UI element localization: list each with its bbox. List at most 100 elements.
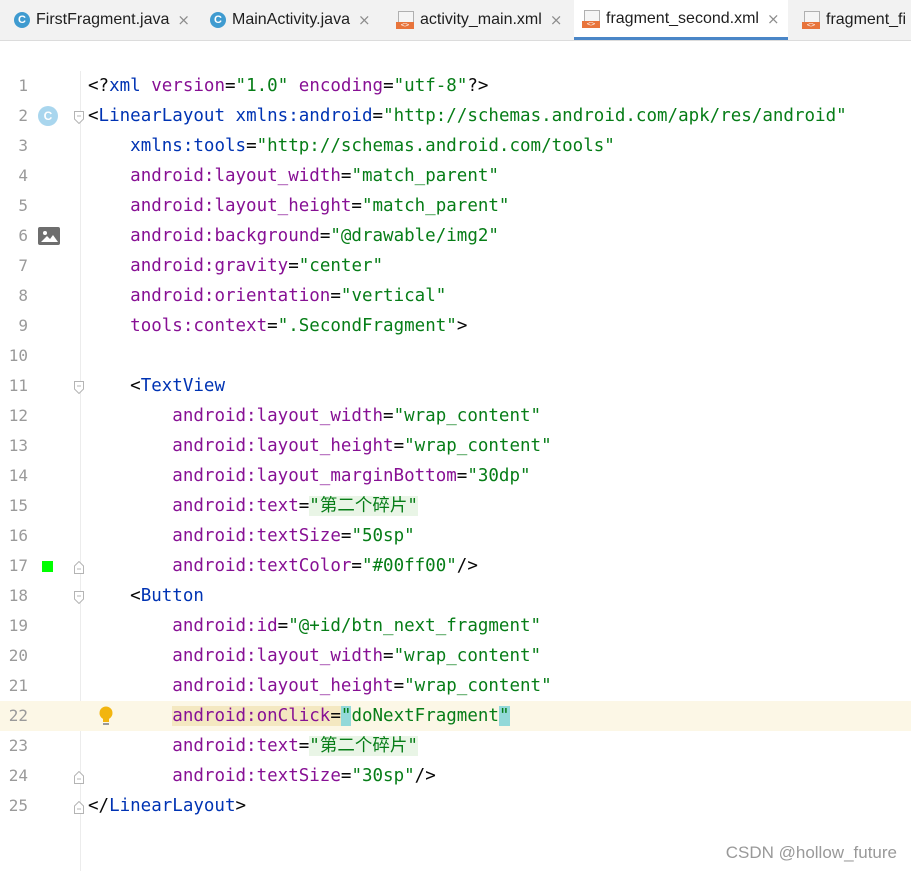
fold-open-icon[interactable] (74, 379, 84, 395)
code-text: android:textSize="50sp" (172, 526, 415, 546)
code-text: <?xml version="1.0" encoding="utf-8"?> (88, 76, 489, 96)
fold-open-icon[interactable] (74, 109, 84, 125)
line-number: 16 (8, 526, 28, 545)
code-text: android:orientation="vertical" (130, 286, 447, 306)
color-swatch-icon[interactable] (42, 561, 53, 572)
watermark: CSDN @hollow_future (725, 843, 897, 862)
image-icon[interactable] (38, 227, 60, 245)
code-line[interactable]: 13 android:layout_height="wrap_content" (0, 431, 911, 461)
line-number: 24 (8, 766, 28, 785)
tab-label: FirstFragment.java (36, 11, 170, 28)
line-number: 18 (8, 586, 28, 605)
code-text: <LinearLayout xmlns:android="http://sche… (88, 106, 847, 126)
code-text: <TextView (88, 376, 225, 396)
line-number: 12 (8, 406, 28, 425)
code-line[interactable]: 10 (0, 341, 911, 371)
line-number: 22 (8, 706, 28, 725)
java-class-icon: C (210, 12, 226, 28)
code-editor[interactable]: 1 <?xml version="1.0" encoding="utf-8"?> 2… (0, 71, 911, 821)
fold-open-icon[interactable] (74, 589, 84, 605)
code-text: android:text="第二个碎片" (172, 496, 418, 516)
line-number: 4 (18, 166, 28, 185)
code-line[interactable]: 9 tools:context=".SecondFragment"> (0, 311, 911, 341)
code-line[interactable]: 8 android:orientation="vertical" (0, 281, 911, 311)
tab-label: activity_main.xml (420, 11, 542, 28)
code-line[interactable]: 24 android:textSize="30sp"/> (0, 761, 911, 791)
code-line[interactable]: 20 android:layout_width="wrap_content" (0, 641, 911, 671)
tab-activity-main-xml[interactable]: <> activity_main.xml × (396, 0, 562, 40)
code-text: android:layout_height="wrap_content" (172, 436, 552, 456)
code-text: android:gravity="center" (130, 256, 384, 276)
class-marker-icon[interactable]: C (38, 106, 58, 126)
code-line[interactable]: 1 <?xml version="1.0" encoding="utf-8"?> (0, 71, 911, 101)
xml-file-icon: <> (802, 11, 820, 29)
tab-mainactivity-java[interactable]: C MainActivity.java × (210, 0, 371, 40)
code-line[interactable]: 2 C <LinearLayout xmlns:android="http://sc… (0, 101, 911, 131)
code-line[interactable]: 7 android:gravity="center" (0, 251, 911, 281)
close-icon[interactable]: × (550, 11, 563, 29)
code-line[interactable]: 6 android:background="@drawable/img2" (0, 221, 911, 251)
tab-label: fragment_fi (826, 11, 907, 28)
code-text: android:textSize="30sp"/> (172, 766, 436, 786)
code-line[interactable]: 17 android:textColor="#00ff00"/> (0, 551, 911, 581)
code-line[interactable]: 22 android:onClick="doNextFragment" (0, 701, 911, 731)
tab-label: fragment_second.xml (606, 9, 759, 27)
code-line[interactable]: 3 xmlns:tools="http://schemas.android.co… (0, 131, 911, 161)
code-text: android:textColor="#00ff00"/> (172, 556, 478, 576)
xml-file-icon: <> (396, 11, 414, 29)
code-line[interactable]: 4 android:layout_width="match_parent" (0, 161, 911, 191)
code-line[interactable]: 11 <TextView (0, 371, 911, 401)
line-number: 9 (18, 316, 28, 335)
line-number: 7 (18, 256, 28, 275)
code-line[interactable]: 21 android:layout_height="wrap_content" (0, 671, 911, 701)
line-number: 8 (18, 286, 28, 305)
line-number: 6 (18, 226, 28, 245)
code-text: android:background="@drawable/img2" (130, 226, 499, 246)
fold-close-icon[interactable] (74, 769, 84, 784)
fold-close-icon[interactable] (74, 799, 84, 814)
line-number: 17 (8, 556, 28, 575)
line-number: 10 (8, 346, 28, 365)
code-line[interactable]: 12 android:layout_width="wrap_content" (0, 401, 911, 431)
code-line[interactable]: 18 <Button (0, 581, 911, 611)
code-line[interactable]: 5 android:layout_height="match_parent" (0, 191, 911, 221)
code-line[interactable]: 14 android:layout_marginBottom="30dp" (0, 461, 911, 491)
code-line[interactable]: 23 android:text="第二个碎片" (0, 731, 911, 761)
xml-file-icon: <> (582, 9, 600, 28)
code-text: <Button (88, 586, 204, 606)
code-text: xmlns:tools="http://schemas.android.com/… (130, 136, 615, 156)
code-text: android:layout_width="match_parent" (130, 166, 499, 186)
line-number: 11 (8, 376, 28, 395)
code-text: android:layout_width="wrap_content" (172, 406, 542, 426)
code-line[interactable]: 19 android:id="@+id/btn_next_fragment" (0, 611, 911, 641)
code-line[interactable]: 16 android:textSize="50sp" (0, 521, 911, 551)
line-number: 2 (18, 106, 28, 125)
line-number: 13 (8, 436, 28, 455)
code-text: android:layout_width="wrap_content" (172, 646, 542, 666)
code-text: android:id="@+id/btn_next_fragment" (172, 616, 542, 636)
tab-firstfragment-java[interactable]: C FirstFragment.java × (14, 0, 190, 40)
line-number: 23 (8, 736, 28, 755)
code-text: tools:context=".SecondFragment"> (130, 316, 468, 336)
line-number: 15 (8, 496, 28, 515)
code-text: android:layout_height="match_parent" (130, 196, 510, 216)
line-number: 5 (18, 196, 28, 215)
code-text: android:text="第二个碎片" (172, 736, 418, 756)
code-text: </LinearLayout> (88, 796, 247, 816)
code-line[interactable]: 25 </LinearLayout> (0, 791, 911, 821)
tab-fragment-second-xml[interactable]: <> fragment_second.xml × (574, 0, 788, 40)
line-number: 19 (8, 616, 28, 635)
code-line[interactable]: 15 android:text="第二个碎片" (0, 491, 911, 521)
close-icon[interactable]: × (767, 10, 780, 28)
fold-close-icon[interactable] (74, 559, 84, 574)
editor-tab-bar: C FirstFragment.java × C MainActivity.ja… (0, 0, 911, 41)
line-number: 20 (8, 646, 28, 665)
java-class-icon: C (14, 12, 30, 28)
line-number: 25 (8, 796, 28, 815)
close-icon[interactable]: × (358, 11, 371, 29)
code-text: android:layout_height="wrap_content" (172, 676, 552, 696)
tab-fragment-first-xml[interactable]: <> fragment_fi (802, 0, 906, 40)
code-text: android:onClick="doNextFragment" (172, 706, 510, 726)
tab-label: MainActivity.java (232, 11, 350, 28)
close-icon[interactable]: × (177, 11, 190, 29)
